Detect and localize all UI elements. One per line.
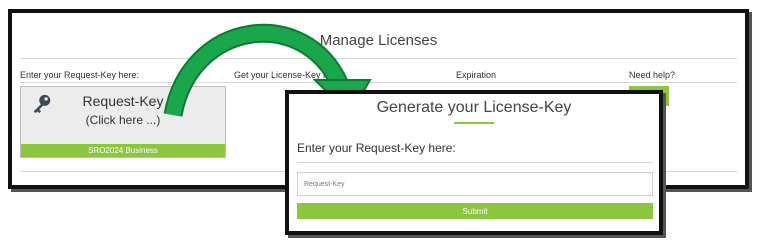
page-title: Manage Licenses: [319, 32, 438, 49]
header-divider: [20, 82, 737, 83]
title-divider: [20, 58, 737, 59]
subheading-divider: [297, 162, 653, 163]
generate-license-key-dialog: Generate your License-Key Enter your Req…: [285, 90, 663, 235]
submit-button[interactable]: Submit: [297, 203, 653, 219]
column-header-expiration: Expiration: [456, 70, 497, 80]
column-header-request-key: Enter your Request-Key here:: [20, 70, 140, 80]
request-key-input[interactable]: [297, 172, 653, 196]
title-underline: [454, 122, 494, 124]
dialog-subheading: Enter your Request-Key here:: [297, 141, 456, 155]
dialog-title: Generate your License-Key: [376, 99, 572, 116]
column-header-help: Need help?: [629, 70, 676, 80]
product-badge: SRO2024 Business: [21, 144, 225, 157]
